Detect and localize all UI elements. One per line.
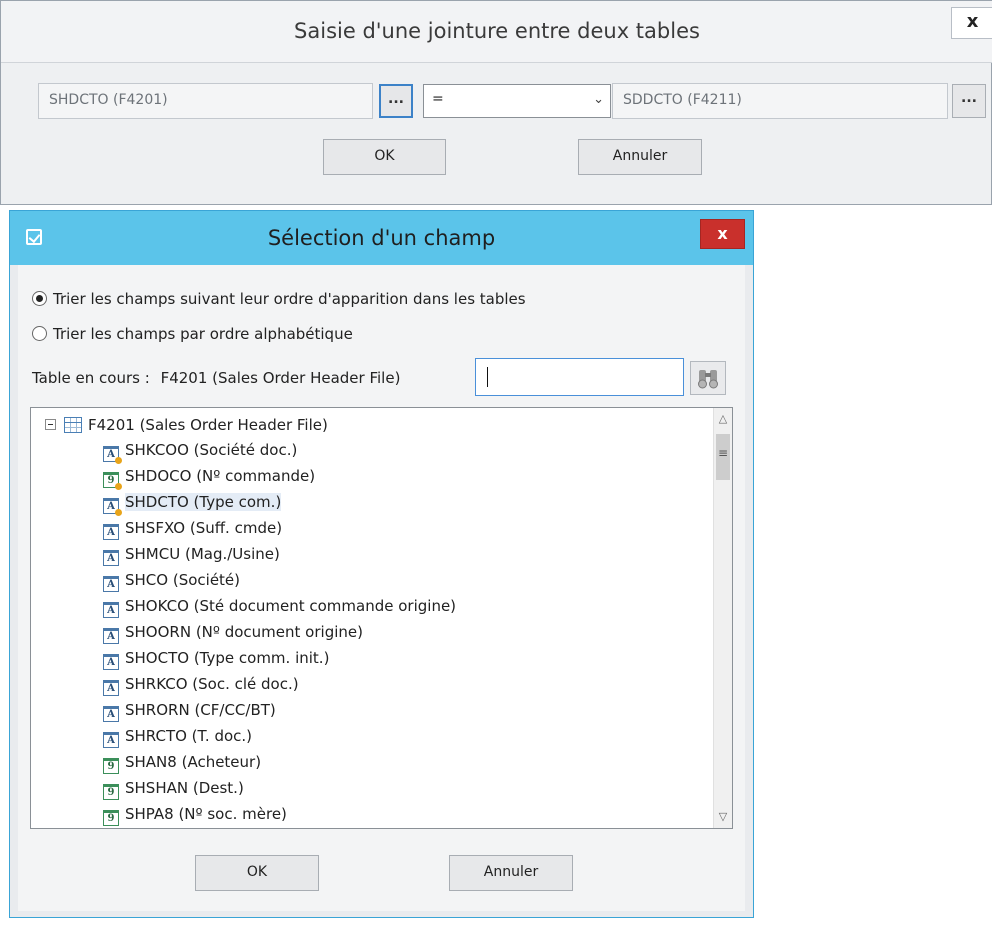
- tree-item-label: SHDOCO (Nº commande): [125, 467, 316, 485]
- tree-item-label: SHOKCO (Sté document commande origine): [125, 597, 457, 615]
- field-cancel-button[interactable]: Annuler: [449, 855, 573, 891]
- tree-item-label: SHRKCO (Soc. clé doc.): [125, 675, 299, 693]
- chevron-down-icon: ⌄: [593, 92, 604, 107]
- tree-item-label: SHDCTO (Type com.): [125, 493, 282, 511]
- join-ok-button[interactable]: OK: [323, 139, 446, 175]
- field-selection-close-button[interactable]: x: [700, 219, 745, 249]
- tree-item-label: SHAN8 (Acheteur): [125, 753, 262, 771]
- tree-item[interactable]: 9 SHSHAN (Dest.): [103, 777, 244, 800]
- binoculars-search-button[interactable]: [690, 361, 726, 395]
- radio-unselected-icon[interactable]: [32, 326, 47, 341]
- scroll-down-icon[interactable]: ▽: [714, 808, 732, 826]
- tree-item[interactable]: A SHSFXO (Suff. cmde): [103, 517, 283, 540]
- join-cancel-button[interactable]: Annuler: [578, 139, 702, 175]
- join-dialog-close-button[interactable]: x: [951, 7, 992, 39]
- join-dialog-titlebar: Saisie d'une jointure entre deux tables …: [1, 1, 992, 63]
- tree-item[interactable]: A SHMCU (Mag./Usine): [103, 543, 280, 566]
- tree-item-label: SHMCU (Mag./Usine): [125, 545, 280, 563]
- tree-item-label: SHOORN (Nº document origine): [125, 623, 363, 641]
- current-table-label: Table en cours :: [32, 369, 150, 387]
- alpha-field-icon: A: [103, 654, 119, 670]
- numeric-field-icon: 9: [103, 758, 119, 774]
- tree-item[interactable]: 9 SHPA8 (Nº soc. mère): [103, 803, 287, 826]
- field-selection-title: Sélection d'un champ: [267, 226, 496, 250]
- alpha-key-field-icon: A: [103, 498, 122, 516]
- operator-select[interactable]: = ⌄: [423, 84, 611, 118]
- operator-value: =: [432, 91, 444, 107]
- tree-item[interactable]: A SHKCOO (Société doc.): [103, 439, 298, 464]
- field-selection-titlebar: Sélection d'un champ x: [10, 211, 753, 265]
- alpha-field-icon: A: [103, 550, 119, 566]
- numeric-field-icon: 9: [103, 784, 119, 800]
- tree-item-selected[interactable]: A SHDCTO (Type com.): [103, 491, 282, 516]
- scrollbar-thumb[interactable]: [716, 434, 730, 480]
- tree-item[interactable]: 9 SHAN8 (Acheteur): [103, 751, 262, 774]
- alpha-field-icon: A: [103, 524, 119, 540]
- alpha-field-icon: A: [103, 576, 119, 592]
- tree-item[interactable]: A SHRKCO (Soc. clé doc.): [103, 673, 299, 696]
- field-ok-button[interactable]: OK: [195, 855, 319, 891]
- radio-selected-icon[interactable]: [32, 291, 47, 306]
- current-table-row: Table en cours : F4201 (Sales Order Head…: [32, 367, 400, 389]
- collapse-icon[interactable]: [45, 419, 56, 430]
- alpha-field-icon: A: [103, 628, 119, 644]
- alpha-field-icon: A: [103, 706, 119, 722]
- tree-item-label: SHRORN (CF/CC/BT): [125, 701, 276, 719]
- tree-item[interactable]: A SHOORN (Nº document origine): [103, 621, 363, 644]
- alpha-field-icon: A: [103, 680, 119, 696]
- tree-item[interactable]: A SHRORN (CF/CC/BT): [103, 699, 276, 722]
- alpha-field-icon: A: [103, 732, 119, 748]
- left-field-browse-button[interactable]: ...: [379, 84, 413, 118]
- sort-by-order-label: Trier les champs suivant leur ordre d'ap…: [53, 290, 526, 308]
- join-dialog-title: Saisie d'une jointure entre deux tables: [294, 19, 700, 43]
- date-field-icon: [103, 828, 119, 829]
- table-icon: [64, 417, 82, 433]
- tree-item-label: SHCO (Société): [125, 571, 241, 589]
- tree-root-label: F4201 (Sales Order Header File): [88, 416, 328, 434]
- tree-item-label: SHOCTO (Type comm. init.): [125, 649, 330, 667]
- current-table-value: F4201 (Sales Order Header File): [160, 369, 401, 387]
- sort-by-order-option[interactable]: Trier les champs suivant leur ordre d'ap…: [32, 288, 526, 310]
- numeric-field-icon: 9: [103, 810, 119, 826]
- tree-item-partial[interactable]: [103, 826, 125, 829]
- tree-item[interactable]: 9 SHDOCO (Nº commande): [103, 465, 316, 490]
- field-selection-body: Trier les champs suivant leur ordre d'ap…: [18, 265, 745, 911]
- tree-item[interactable]: A SHOCTO (Type comm. init.): [103, 647, 330, 670]
- tree-item-label: SHKCOO (Société doc.): [125, 441, 298, 459]
- field-selection-dialog: Sélection d'un champ x Trier les champs …: [9, 210, 754, 918]
- right-field-input[interactable]: SDDCTO (F4211): [612, 83, 948, 119]
- left-field-input[interactable]: SHDCTO (F4201): [38, 83, 373, 119]
- tree-item[interactable]: A SHCO (Société): [103, 569, 241, 592]
- tree-scrollbar[interactable]: △ ▽: [713, 408, 732, 828]
- join-dialog: Saisie d'une jointure entre deux tables …: [0, 0, 992, 205]
- tree-root-table[interactable]: F4201 (Sales Order Header File): [45, 414, 328, 436]
- scroll-up-icon[interactable]: △: [714, 410, 732, 428]
- binoculars-icon: [698, 370, 718, 389]
- tree-item[interactable]: A SHOKCO (Sté document commande origine): [103, 595, 457, 618]
- field-search-input[interactable]: [475, 358, 684, 396]
- numeric-key-field-icon: 9: [103, 472, 122, 490]
- tree-item[interactable]: A SHRCTO (T. doc.): [103, 725, 253, 748]
- tree-item-label: SHSHAN (Dest.): [125, 779, 244, 797]
- sort-alphabetical-label: Trier les champs par ordre alphabétique: [53, 325, 353, 343]
- tree-item-label: SHPA8 (Nº soc. mère): [125, 805, 287, 823]
- field-tree[interactable]: F4201 (Sales Order Header File) A SHKCOO …: [30, 407, 733, 829]
- right-field-browse-button[interactable]: ...: [952, 84, 986, 118]
- tree-item-label: SHRCTO (T. doc.): [125, 727, 253, 745]
- tree-item-label: SHSFXO (Suff. cmde): [125, 519, 283, 537]
- alpha-field-icon: A: [103, 602, 119, 618]
- alpha-key-field-icon: A: [103, 446, 122, 464]
- sort-alphabetical-option[interactable]: Trier les champs par ordre alphabétique: [32, 323, 353, 345]
